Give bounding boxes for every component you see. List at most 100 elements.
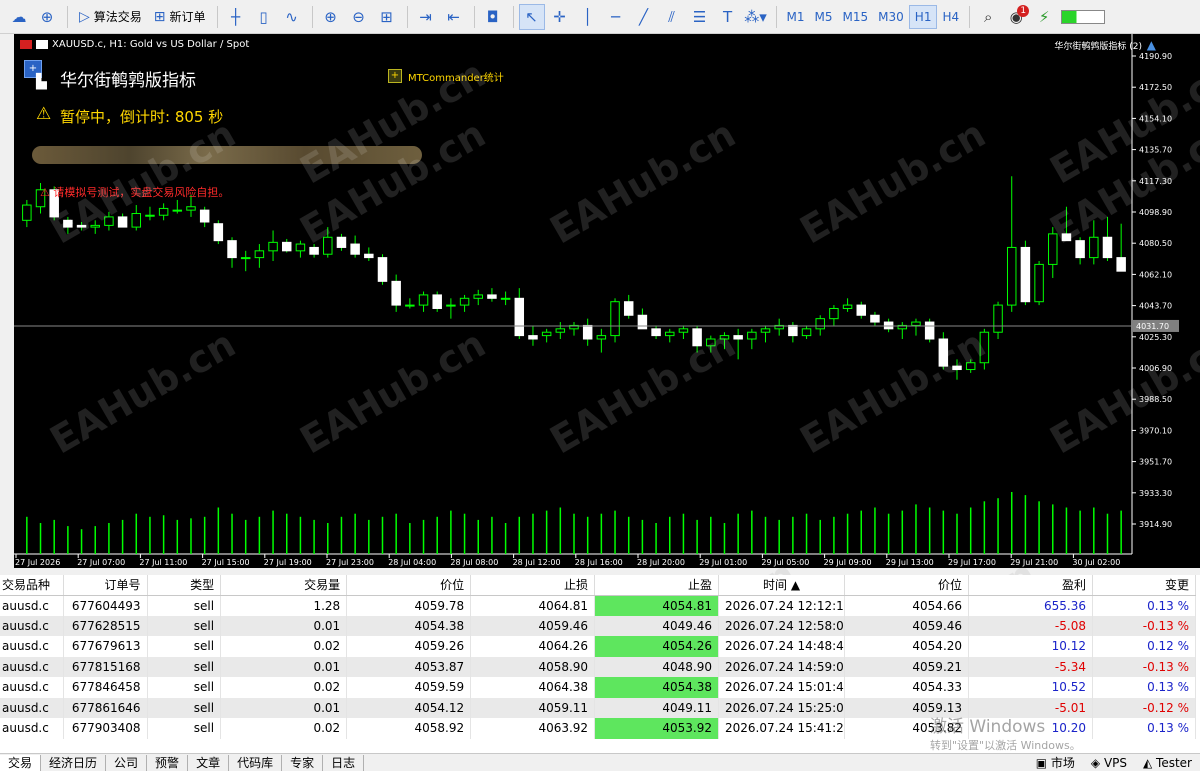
cell-ticket: 677679613	[63, 636, 148, 657]
vertical-line-icon[interactable]: │	[575, 4, 601, 30]
cell-current-price: 4054.66	[844, 595, 970, 616]
column-header-symbol[interactable]: 交易品种	[0, 575, 64, 596]
table-row[interactable]: auusd.c 677604493 sell 1.28 4059.78 4064.81 40…	[0, 595, 1197, 616]
tab-trade[interactable]: 交易	[0, 754, 42, 771]
candle-body	[350, 243, 360, 255]
table-row[interactable]: auusd.c 677815168 sell 0.01 4053.87 4058.90 40…	[0, 656, 1197, 677]
tab-alerts[interactable]: 预警	[147, 754, 189, 771]
line-chart-icon[interactable]: ∿	[279, 4, 305, 30]
candle-body	[815, 318, 825, 330]
price-chart[interactable]: 4190.90 4172.50 4154.10 4135.70 4117.30 4098.…	[14, 34, 1200, 568]
screenshot-icon[interactable]: ◘	[480, 4, 506, 30]
time-axis-label: 28 Jul 04:00	[388, 558, 436, 567]
column-header-change[interactable]: 变更	[1092, 575, 1197, 596]
candle-body	[514, 297, 525, 337]
table-row[interactable]: auusd.c 677628515 sell 0.01 4054.38 4059.46 40…	[0, 615, 1197, 636]
cloud-icon[interactable]: ☁	[6, 4, 32, 30]
market-button[interactable]: ▣ 市场	[1028, 755, 1083, 771]
algo-trading-label: 算法交易	[93, 10, 142, 24]
candle-body	[336, 236, 347, 248]
timeframe-m1[interactable]: M1	[782, 5, 810, 29]
timeframe-h1[interactable]: H1	[908, 4, 938, 29]
tester-button[interactable]: ◭ Tester	[1135, 755, 1200, 771]
shapes-icon[interactable]: ⁂▾	[743, 4, 769, 30]
candle-body	[186, 206, 196, 211]
text-icon[interactable]: T	[715, 4, 741, 30]
zoom-out-icon[interactable]: ⊖	[346, 4, 372, 30]
tab-code-base[interactable]: 代码库	[229, 754, 283, 771]
signal-icon[interactable]: ⚡	[1031, 4, 1057, 30]
cell-symbol: auusd.c	[0, 677, 64, 698]
column-header-current-price[interactable]: 价位	[844, 575, 970, 596]
timeframe-m15[interactable]: M15	[838, 5, 874, 29]
cell-change: -0.13 %	[1092, 615, 1197, 636]
vps-button[interactable]: ◈ VPS	[1083, 755, 1135, 771]
candle-body	[117, 216, 128, 228]
graduation-cap-icon: ▲	[1146, 38, 1156, 52]
timeframe-h4[interactable]: H4	[937, 5, 964, 29]
candle-body	[199, 209, 210, 223]
cell-change: -0.13 %	[1092, 656, 1197, 677]
toolbox-tabs: 交易 经济日历 公司 预警 文章 代码库 专家 日志 ▣ 市场 ◈ VPS ◭ …	[0, 753, 1200, 771]
tab-experts[interactable]: 专家	[282, 754, 324, 771]
cell-profit: -5.01	[968, 697, 1093, 718]
column-header-time[interactable]: 时间 ▲	[718, 575, 846, 596]
cell-ticket: 677604493	[63, 595, 148, 616]
cell-symbol: auusd.c	[0, 697, 64, 718]
candle-body	[1034, 263, 1044, 303]
candle-body	[377, 257, 388, 282]
bar-chart-icon[interactable]: ┼	[223, 4, 249, 30]
candle-body	[90, 224, 100, 228]
bar-chart-icon: ▙	[36, 74, 47, 90]
candle-body	[637, 314, 648, 330]
time-axis-label: 29 Jul 05:00	[761, 558, 809, 567]
chart-menu-icon[interactable]	[20, 39, 32, 49]
notifications-icon[interactable]: ◉ 1	[1003, 4, 1030, 30]
tile-windows-icon[interactable]: ⊞	[374, 4, 400, 30]
crosshair-icon[interactable]: ✛	[547, 4, 573, 30]
horizontal-line-icon[interactable]: ─	[603, 4, 629, 30]
table-row[interactable]: auusd.c 677903408 sell 0.02 4058.92 4063.92 40…	[0, 718, 1197, 739]
candle-body	[1048, 233, 1058, 265]
timeframe-m30[interactable]: M30	[873, 5, 909, 29]
zoom-in-icon[interactable]: ⊕	[318, 4, 344, 30]
candle-body	[1116, 257, 1126, 272]
symbol-description: XAUUSD.c, H1: Gold vs US Dollar / Spot	[52, 39, 250, 50]
table-row[interactable]: auusd.c 677861646 sell 0.01 4054.12 4059.11 40…	[0, 697, 1197, 718]
column-header-open-price[interactable]: 价位	[346, 575, 472, 596]
cell-volume: 0.01	[220, 615, 348, 636]
channel-icon[interactable]: ⫽	[659, 4, 685, 30]
trade-grid: 交易品种 订单号 类型 交易量 价位 止损 止盈 时间 ▲ 价位 盈利 变更 a…	[0, 575, 1200, 753]
price-axis-label: 3988.50	[1139, 395, 1172, 404]
price-axis-label: 4172.50	[1139, 83, 1172, 92]
candle-body	[418, 294, 429, 306]
table-row[interactable]: auusd.c 677679613 sell 0.02 4059.26 4064.26 40…	[0, 636, 1197, 657]
column-header-stop-loss[interactable]: 止损	[470, 575, 596, 596]
column-header-profit[interactable]: 盈利	[968, 575, 1093, 596]
time-axis-label: 28 Jul 20:00	[637, 558, 685, 567]
trendline-icon[interactable]: ╱	[631, 4, 657, 30]
tab-articles[interactable]: 文章	[188, 754, 230, 771]
search-icon[interactable]: ⌕	[975, 4, 1001, 30]
tab-journal[interactable]: 日志	[323, 754, 365, 771]
time-axis-label: 27 Jul 11:00	[139, 558, 187, 567]
column-header-volume[interactable]: 交易量	[220, 575, 348, 596]
column-header-take-profit[interactable]: 止盈	[594, 575, 720, 596]
commander-expand-button[interactable]: +	[388, 69, 402, 83]
candle-body	[213, 223, 224, 242]
column-header-ticket[interactable]: 订单号	[63, 575, 148, 596]
cursor-icon[interactable]: ↖	[518, 3, 545, 30]
auto-scroll-icon[interactable]: ⇥	[413, 4, 439, 30]
column-header-type[interactable]: 类型	[147, 575, 222, 596]
add-chart-icon[interactable]: ⊕	[34, 4, 60, 30]
tab-economic-calendar[interactable]: 经济日历	[41, 754, 107, 771]
algo-trading-button[interactable]: ▷ 算法交易	[73, 4, 148, 30]
time-axis-label: 29 Jul 01:00	[699, 558, 747, 567]
new-order-button[interactable]: ⊞ 新订单	[148, 4, 212, 30]
timeframe-m5[interactable]: M5	[810, 5, 838, 29]
candlestick-icon[interactable]: ▯	[251, 4, 277, 30]
fibonacci-icon[interactable]: ☰	[687, 4, 713, 30]
table-row[interactable]: auusd.c 677846458 sell 0.02 4059.59 4064.38 40…	[0, 677, 1197, 698]
chart-shift-icon[interactable]: ⇤	[441, 4, 467, 30]
tab-company[interactable]: 公司	[106, 754, 148, 771]
